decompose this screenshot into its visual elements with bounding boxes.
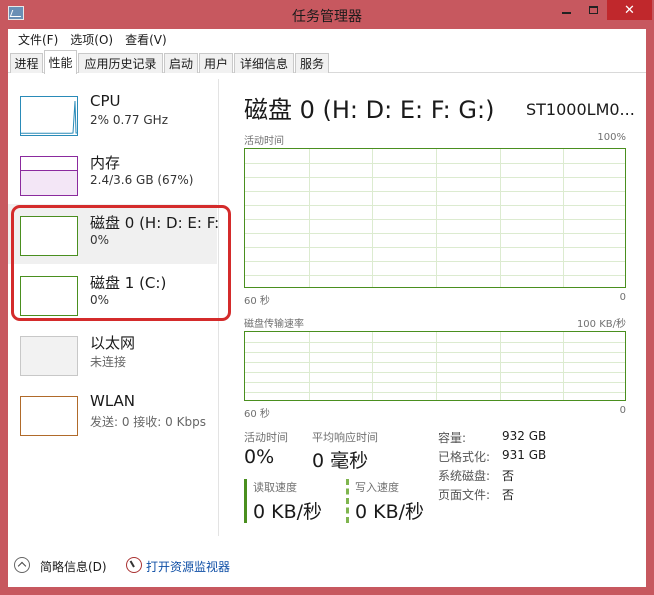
tab-app-history[interactable]: 应用历史记录 (78, 53, 163, 73)
device-item-ethernet[interactable]: 以太网 未连接 (8, 324, 217, 384)
tab-users[interactable]: 用户 (199, 53, 233, 73)
device-name: 以太网 (90, 334, 136, 352)
footer: 简略信息(D) 打开资源监视器 (8, 549, 646, 587)
transfer-graph-time: 60 秒 (244, 409, 270, 420)
read-speed: 读取速度 0 KB/秒 (244, 479, 342, 523)
menu-bar: 文件(F) 选项(O) 查看(V) (8, 29, 646, 49)
device-item-memory[interactable]: 内存 2.4/3.6 GB (67%) (8, 144, 217, 204)
open-resource-monitor-link[interactable]: 打开资源监视器 (146, 558, 230, 575)
device-item-cpu[interactable]: CPU 2% 0.77 GHz (8, 84, 217, 144)
response-time-label: 平均响应时间 (312, 431, 378, 444)
ethernet-thumbnail (20, 336, 78, 376)
device-detail: 2% 0.77 GHz (90, 113, 169, 127)
menu-view[interactable]: 查看(V) (119, 31, 173, 48)
device-name: 内存 (90, 154, 121, 172)
device-detail: 未连接 (90, 355, 127, 369)
prop-page-file-key: 页面文件: (438, 488, 491, 502)
minimize-icon (561, 12, 571, 14)
write-speed-label: 写入速度 (355, 481, 399, 494)
read-speed-label: 读取速度 (253, 481, 297, 494)
fewer-details-button[interactable]: 简略信息(D) (40, 558, 107, 575)
prop-system-disk-key: 系统磁盘: (438, 469, 491, 483)
active-time-label: 活动时间 (244, 431, 288, 444)
maximize-button[interactable] (580, 0, 606, 20)
prop-formatted-value: 931 GB (502, 448, 547, 462)
minimize-button[interactable] (553, 0, 579, 20)
detail-panel: 磁盘 0 (H: D: E: F: G:) ST1000LM0... 活动时间 … (244, 74, 644, 549)
chevron-up-icon[interactable] (14, 557, 30, 573)
response-time-value: 0 毫秒 (312, 450, 369, 472)
write-speed-value: 0 KB/秒 (355, 501, 425, 523)
device-detail: 2.4/3.6 GB (67%) (90, 173, 194, 187)
activity-graph-max: 100% (597, 132, 626, 143)
page-title: 磁盘 0 (H: D: E: F: G:) (244, 96, 495, 124)
activity-graph-label: 活动时间 (244, 136, 284, 147)
device-detail: 发送: 0 接收: 0 Kbps (90, 415, 206, 429)
disk-model: ST1000LM0... (526, 100, 635, 119)
read-speed-value: 0 KB/秒 (253, 501, 323, 523)
close-button[interactable]: ✕ (607, 0, 652, 20)
transfer-graph-max: 100 KB/秒 (576, 319, 626, 330)
tab-startup[interactable]: 启动 (164, 53, 198, 73)
tab-processes[interactable]: 进程 (10, 53, 43, 73)
tab-services[interactable]: 服务 (295, 53, 329, 73)
disk-highlight-annotation (11, 205, 231, 321)
activity-graph-min: 0 (619, 292, 626, 303)
memory-fill (21, 169, 77, 195)
wlan-thumbnail (20, 396, 78, 436)
cpu-thumbnail (20, 96, 78, 136)
maximize-icon (588, 6, 598, 14)
transfer-graph (244, 331, 626, 401)
memory-thumbnail (20, 156, 78, 196)
prop-system-disk-value: 否 (502, 469, 515, 483)
activity-grid (245, 149, 625, 287)
tab-details[interactable]: 详细信息 (234, 53, 294, 73)
active-time-value: 0% (244, 446, 275, 468)
transfer-graph-label: 磁盘传输速率 (244, 319, 304, 330)
transfer-graph-min: 0 (619, 405, 626, 416)
close-icon: ✕ (624, 2, 635, 18)
activity-graph-time: 60 秒 (244, 296, 270, 307)
prop-formatted-key: 已格式化: (438, 450, 491, 464)
prop-page-file-value: 否 (502, 488, 515, 502)
device-name: CPU (90, 92, 121, 110)
prop-capacity-value: 932 GB (502, 429, 547, 443)
device-item-wlan[interactable]: WLAN 发送: 0 接收: 0 Kbps (8, 384, 217, 444)
activity-graph (244, 148, 626, 288)
menu-file[interactable]: 文件(F) (12, 31, 64, 48)
title-bar: 任务管理器 ✕ (0, 0, 654, 28)
resource-monitor-icon[interactable] (126, 557, 142, 573)
cpu-sparkline (21, 100, 77, 134)
client-area: 文件(F) 选项(O) 查看(V) 进程 性能 应用历史记录 启动 用户 详细信… (8, 29, 646, 587)
tab-performance[interactable]: 性能 (44, 50, 77, 74)
prop-capacity-key: 容量: (438, 431, 467, 445)
write-speed: 写入速度 0 KB/秒 (346, 479, 444, 523)
tab-strip: 进程 性能 应用历史记录 启动 用户 详细信息 服务 (8, 50, 646, 74)
device-name: WLAN (90, 392, 136, 410)
menu-options[interactable]: 选项(O) (64, 31, 119, 48)
transfer-grid (245, 332, 625, 400)
